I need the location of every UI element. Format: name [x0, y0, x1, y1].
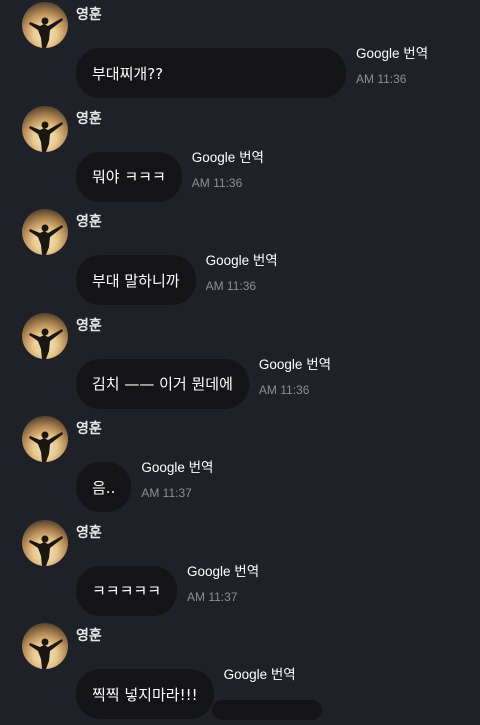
message-row: 영훈 김치 —— 이거 뭔데에 Google 번역 AM 11:36: [0, 311, 480, 415]
message-bubble[interactable]: 부대 말하니까: [76, 255, 196, 305]
sender-name: 영훈: [76, 110, 102, 127]
sender-name: 영훈: [76, 7, 102, 23]
message-bubble[interactable]: 김치 —— 이거 뭔데에: [76, 358, 249, 409]
message-meta: Google 번역 AM 11:36: [259, 353, 331, 397]
message-row: 영훈 ㅋㅋㅋㅋㅋ Google 번역 AM 11:37: [0, 518, 480, 622]
message-row: 영훈 뭐야 ㅋㅋㅋ Google 번역 AM 11:36: [0, 104, 480, 208]
sender-name: 영훈: [76, 421, 102, 437]
timestamp: AM 11:36: [191, 175, 243, 190]
message-meta: Google 번역 AM 11:36: [192, 146, 264, 190]
timestamp: AM 11:37: [141, 486, 192, 500]
google-translate-link[interactable]: Google 번역: [187, 560, 259, 580]
person-silhouette-icon: [29, 224, 63, 255]
person-silhouette-icon: [29, 17, 63, 48]
google-translate-link[interactable]: Google 번역: [224, 663, 296, 683]
bubble-row: 부대 말하니까 Google 번역 AM 11:36: [76, 253, 278, 305]
sender-name: 영훈: [76, 628, 102, 644]
bubble-row: 김치 —— 이거 뭔데에 Google 번역 AM 11:36: [76, 357, 331, 409]
bubble-row: 부대찌개?? Google 번역 AM 11:36: [76, 46, 428, 98]
bubble-row: ㅋㅋㅋㅋㅋ Google 번역 AM 11:37: [76, 564, 259, 616]
timestamp: AM 11:36: [356, 72, 407, 86]
timestamp: AM 11:37: [187, 589, 238, 604]
message-meta: Google 번역 AM 11:37: [141, 456, 213, 500]
message-bubble[interactable]: 부대찌개??: [76, 48, 346, 98]
next-message-bubble[interactable]: [212, 700, 322, 720]
sender-name: 영훈: [76, 524, 102, 541]
message-row: 영훈 부대찌개?? Google 번역 AM 11:36: [0, 0, 480, 104]
avatar[interactable]: [22, 416, 68, 462]
google-translate-link[interactable]: Google 번역: [141, 456, 213, 476]
avatar[interactable]: [22, 2, 68, 48]
chat-feed: 영훈 부대찌개?? Google 번역 AM 11:36 영훈 뭐야 ㅋㅋㅋ G…: [0, 0, 480, 720]
google-translate-link[interactable]: Google 번역: [192, 146, 264, 166]
person-silhouette-icon: [29, 535, 63, 566]
bubble-row: 뭐야 ㅋㅋㅋ Google 번역 AM 11:36: [76, 150, 264, 202]
sender-name: 영훈: [76, 317, 102, 334]
person-silhouette-icon: [29, 328, 63, 359]
message-bubble[interactable]: 찍찍 넣지마라!!!: [76, 669, 214, 719]
message-meta: Google 번역 AM 11:36: [356, 42, 428, 86]
avatar[interactable]: [22, 312, 68, 359]
google-translate-link[interactable]: Google 번역: [259, 353, 331, 373]
message-row: 영훈 음.. Google 번역 AM 11:37: [0, 414, 480, 518]
message-meta: Google 번역 AM 11:36: [206, 249, 278, 293]
message-meta: Google 번역: [224, 663, 296, 693]
timestamp: AM 11:36: [205, 279, 257, 293]
google-translate-link[interactable]: Google 번역: [206, 249, 278, 269]
bubble-row: 음.. Google 번역 AM 11:37: [76, 460, 213, 512]
google-translate-link[interactable]: Google 번역: [356, 42, 428, 62]
avatar[interactable]: [22, 105, 68, 152]
message-meta: Google 번역 AM 11:37: [187, 560, 259, 604]
message-bubble[interactable]: ㅋㅋㅋㅋㅋ: [76, 565, 178, 616]
avatar[interactable]: [22, 519, 68, 566]
message-bubble[interactable]: 뭐야 ㅋㅋㅋ: [76, 151, 182, 202]
timestamp: AM 11:36: [258, 382, 310, 397]
message-bubble[interactable]: 음..: [76, 462, 132, 512]
person-silhouette-icon: [29, 121, 63, 152]
avatar[interactable]: [22, 209, 68, 255]
person-silhouette-icon: [29, 638, 63, 669]
person-silhouette-icon: [29, 431, 63, 462]
sender-name: 영훈: [76, 214, 102, 230]
message-row: 영훈 부대 말하니까 Google 번역 AM 11:36: [0, 207, 480, 311]
avatar[interactable]: [22, 623, 68, 669]
